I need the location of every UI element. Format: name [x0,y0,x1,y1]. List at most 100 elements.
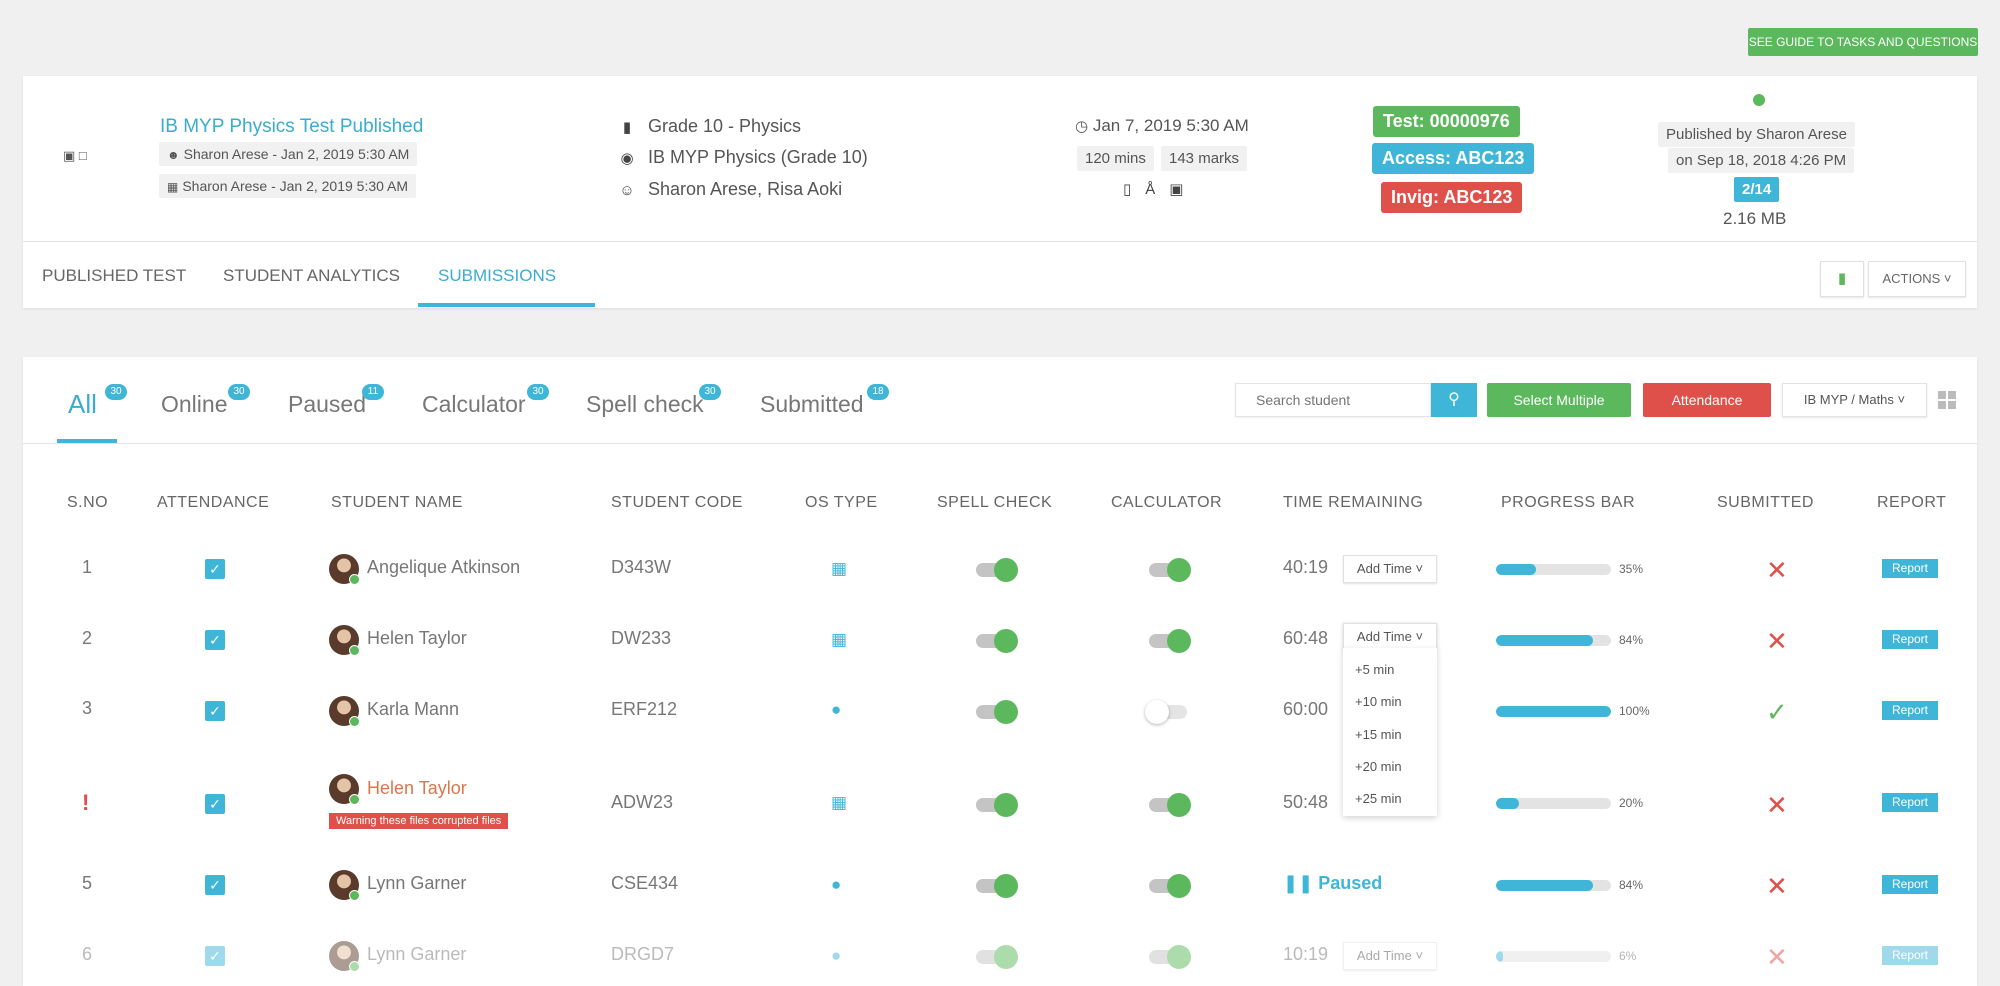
attendance-checkbox[interactable]: ✓ [205,630,225,650]
add-time-dropdown[interactable]: Add Time ˅ [1343,942,1437,970]
spell-check-toggle[interactable] [976,874,1018,898]
avatar [329,625,360,656]
filter-tab-all[interactable]: All [68,389,97,420]
progress-fill [1496,706,1611,717]
test-code-pill: Test: 00000976 [1373,106,1520,137]
attendance-checkbox[interactable]: ✓ [205,946,225,966]
add-time-option[interactable]: +15 min [1355,727,1402,742]
progress-fill [1496,951,1503,962]
globe-icon: ◉ [620,150,634,167]
spell-check-toggle[interactable] [976,700,1018,724]
report-button[interactable]: Report [1882,946,1938,965]
add-time-menu: +5 min +10 min +15 min +20 min +25 min [1343,648,1437,816]
calculator-toggle[interactable] [1149,945,1191,969]
progress-fill [1496,798,1519,809]
student-name[interactable]: Angelique Atkinson [367,557,520,578]
scheduled-chip: ▦ Sharon Arese - Jan 2, 2019 5:30 AM [159,174,417,198]
see-guide-button[interactable]: SEE GUIDE TO TASKS AND QUESTIONS [1748,28,1978,56]
windows-icon: ▦ [831,630,848,649]
student-name[interactable]: Helen Taylor [367,628,467,649]
col-time-remaining: TIME REMAINING [1283,494,1424,511]
actions-dropdown[interactable]: ACTIONS ˅ [1868,261,1966,297]
tab-student-analytics[interactable]: STUDENT ANALYTICS [223,266,400,286]
calculator-toggle[interactable] [1149,558,1191,582]
col-student-name: STUDENT NAME [331,494,463,511]
calculator-toggle[interactable] [1149,874,1191,898]
report-button[interactable]: Report [1882,630,1938,649]
attendance-button[interactable]: Attendance [1643,383,1771,417]
student-code: D343W [611,557,672,577]
avatar [329,696,360,727]
search-student-input[interactable] [1235,383,1431,417]
progress-bar [1496,706,1611,717]
tab-published-test[interactable]: PUBLISHED TEST [42,266,186,286]
add-time-option[interactable]: +20 min [1355,759,1402,774]
calculator-toggle[interactable] [1149,629,1191,653]
filter-tab-online[interactable]: Online [161,391,227,418]
filter-tab-submitted[interactable]: Submitted [760,391,864,418]
report-button[interactable]: Report [1882,559,1938,578]
grid-view-icon[interactable] [1938,391,1956,409]
attendance-checkbox[interactable]: ✓ [205,701,225,721]
filter-divider [23,443,1977,444]
report-button[interactable]: Report [1882,701,1938,720]
attendance-checkbox[interactable]: ✓ [205,794,225,814]
chevron-down-icon: ˅ [1415,561,1424,576]
student-name[interactable]: Helen Taylor [367,778,467,799]
file-icon: ▮ [1837,270,1847,287]
tab-submissions[interactable]: SUBMISSIONS [438,266,556,286]
progress-fill [1496,564,1537,575]
select-multiple-button[interactable]: Select Multiple [1487,383,1631,417]
attendance-checkbox[interactable]: ✓ [205,559,225,579]
add-time-dropdown[interactable]: Add Time ˅ [1343,555,1437,583]
add-time-dropdown[interactable]: Add Time ˅ [1343,623,1437,651]
user-icon: ☻ [167,148,180,162]
col-calculator: CALCULATOR [1111,494,1223,511]
student-code: ERF212 [611,699,678,719]
chevron-down-icon: ˅ [1897,392,1906,407]
chevron-down-icon: ˅ [1415,629,1424,644]
actions-label: ACTIONS [1882,271,1941,286]
active-tab-indicator [418,303,595,307]
test-title-link[interactable]: IB MYP Physics Test Published [160,116,423,138]
search-button[interactable]: ⚲ [1431,383,1477,417]
teachers-line: ☺ Sharon Arese, Risa Aoki [616,179,842,200]
progress-percent: 35% [1619,562,1644,576]
feature-icons: ▯Å▣ [1123,180,1197,198]
report-button[interactable]: Report [1882,875,1938,894]
progress-percent: 100% [1619,704,1650,718]
filter-count-online: 30 [228,384,250,400]
spell-check-toggle[interactable] [976,558,1018,582]
not-submitted-icon: ✕ [1766,555,1788,585]
add-time-option[interactable]: +25 min [1355,791,1402,806]
student-name[interactable]: Karla Mann [367,699,459,720]
count-badge: 2/14 [1734,177,1780,202]
attendance-checkbox[interactable]: ✓ [205,875,225,895]
file-warning-badge: Warning these files corrupted files [329,813,509,829]
filter-tab-calculator[interactable]: Calculator [422,391,526,418]
clock-icon: ◷ [1075,118,1089,135]
calculator-toggle[interactable] [1145,700,1187,724]
time-remaining: 60:00 [1283,699,1329,719]
filter-tab-spell-check[interactable]: Spell check [586,391,704,418]
student-name[interactable]: Lynn Garner [367,944,466,965]
course-select[interactable]: IB MYP / Maths ˅ [1782,383,1927,417]
device-lock-icons: ▣ □ [63,148,87,164]
spell-check-toggle[interactable] [976,629,1018,653]
spellcheck-icon: Å [1145,181,1170,198]
spell-check-toggle[interactable] [976,945,1018,969]
add-time-option[interactable]: +5 min [1355,662,1394,677]
document-button[interactable]: ▮ [1820,261,1864,297]
report-button[interactable]: Report [1882,793,1938,812]
progress-percent: 6% [1619,949,1637,963]
apple-icon: ● [831,875,842,894]
course-line: ◉ IB MYP Physics (Grade 10) [616,147,867,168]
calculator-toggle[interactable] [1149,793,1191,817]
filter-tab-paused[interactable]: Paused [288,391,366,418]
not-submitted-icon: ✕ [1766,871,1788,901]
progress-bar [1496,880,1611,891]
spell-check-toggle[interactable] [976,793,1018,817]
student-name[interactable]: Lynn Garner [367,873,466,894]
add-time-label: Add Time [1356,561,1412,576]
add-time-option[interactable]: +10 min [1355,694,1402,709]
